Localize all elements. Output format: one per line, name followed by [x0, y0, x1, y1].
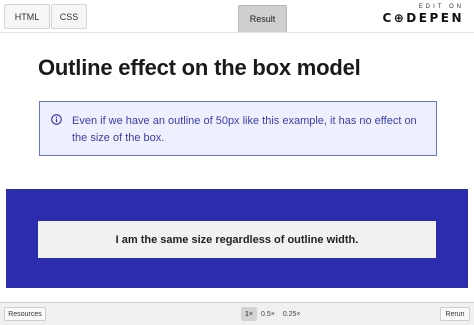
resources-button[interactable]: Resources: [4, 307, 46, 321]
tab-html[interactable]: HTML: [4, 4, 50, 29]
zoom-0.25x-button[interactable]: 0.25×: [279, 307, 305, 321]
zoom-0.5x-button[interactable]: 0.5×: [257, 307, 279, 321]
info-callout: Even if we have an outline of 50px like …: [39, 101, 437, 156]
edit-on-codepen-link[interactable]: EDIT ON C⊕DEPEN: [382, 3, 464, 26]
tab-css[interactable]: CSS: [51, 4, 87, 29]
codepen-logo: C⊕DEPEN: [382, 11, 464, 25]
tab-result[interactable]: Result: [238, 5, 287, 32]
zoom-1x-button[interactable]: 1×: [241, 307, 257, 321]
demo-box: I am the same size regardless of outline…: [38, 221, 436, 258]
embed-footer: Resources 1× 0.5× 0.25× Rerun: [0, 302, 474, 325]
editor-tab-bar: HTML CSS Result EDIT ON C⊕DEPEN: [0, 0, 474, 33]
info-icon: [51, 114, 62, 125]
rerun-button[interactable]: Rerun: [440, 307, 470, 321]
edit-on-label: EDIT ON: [418, 4, 464, 10]
page-title: Outline effect on the box model: [38, 55, 361, 80]
zoom-controls: 1× 0.5× 0.25×: [241, 307, 305, 321]
outline-demo-area: I am the same size regardless of outline…: [6, 189, 468, 288]
callout-text: Even if we have an outline of 50px like …: [72, 115, 417, 144]
